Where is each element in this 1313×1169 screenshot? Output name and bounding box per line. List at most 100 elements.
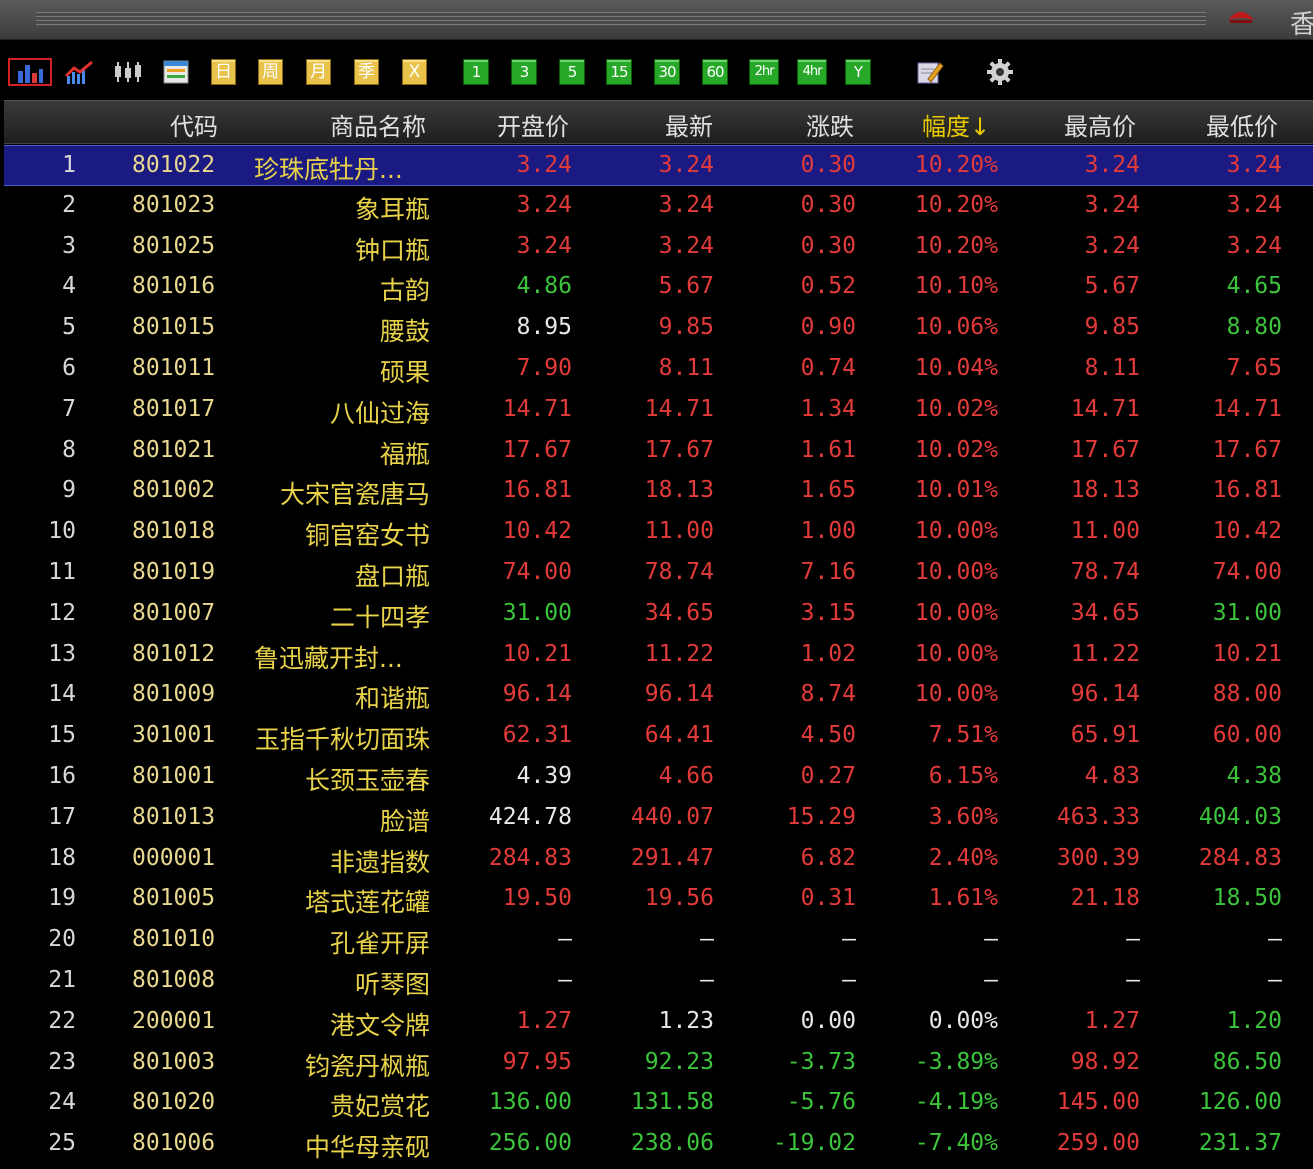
last-price: 19.56 — [644, 885, 714, 912]
low-price: 14.71 — [1212, 395, 1282, 422]
last-price: 11.00 — [644, 518, 714, 545]
table-row[interactable]: 23 801003 钧瓷丹枫瓶 97.95 92.23 -3.73 -3.89% 98.92 8… — [4, 1043, 1313, 1084]
table-row[interactable]: 21 801008 听琴图 — — — — — — — [4, 961, 1313, 1002]
last-price: — — [700, 926, 714, 953]
period-season-button[interactable]: 季 — [354, 59, 379, 85]
table-row[interactable]: 1 801022 珍珠底牡丹... 3.24 3.24 0.30 10.20% 3.24 3.2… — [4, 145, 1313, 186]
table-view-button[interactable] — [160, 58, 192, 86]
col-header-code[interactable]: 代码 — [170, 107, 218, 142]
table-row[interactable]: 9 801002 大宋官瓷唐马 16.81 18.13 1.65 10.01% 18.13 16… — [4, 471, 1313, 512]
period-day-button[interactable]: 日 — [211, 59, 236, 85]
table-row[interactable]: 5 801015 腰鼓 8.95 9.85 0.90 10.06% 9.85 8.80 — [4, 308, 1313, 349]
col-header-high[interactable]: 最高价 — [1064, 107, 1136, 142]
table-row[interactable]: 25 801006 中华母亲砚 256.00 238.06 -19.02 -7.40% 259… — [4, 1124, 1313, 1165]
high-price: 3.24 — [1084, 232, 1140, 259]
period-30min-button[interactable]: 30 — [654, 59, 680, 85]
trend-chart-button[interactable] — [62, 58, 98, 86]
change-percent: 10.00% — [914, 640, 998, 667]
period-4hr-button[interactable]: 4hr — [797, 59, 827, 85]
change-percent: 10.00% — [914, 599, 998, 626]
product-name: 古韵 — [379, 276, 430, 306]
open-price: 3.24 — [516, 191, 572, 218]
change-percent: 10.20% — [914, 232, 998, 259]
col-header-name[interactable]: 商品名称 — [330, 107, 426, 142]
table-row[interactable]: 24 801020 贵妃赏花 136.00 131.58 -5.76 -4.19% 145.0… — [4, 1083, 1313, 1124]
table-row[interactable]: 17 801013 脸谱 424.78 440.07 15.29 3.60% 463.33 40… — [4, 798, 1313, 839]
price-change: 1.02 — [800, 640, 856, 667]
col-header-change[interactable]: 涨跌 — [806, 107, 854, 142]
row-index: 13 — [48, 640, 76, 667]
table-row[interactable]: 13 801012 鲁迅藏开封... 10.21 11.22 1.02 10.00% 11.2… — [4, 635, 1313, 676]
product-code: 801006 — [132, 1130, 216, 1157]
table-row[interactable]: 12 801007 二十四孝 31.00 34.65 3.15 10.00% 34.65 31.… — [4, 594, 1313, 635]
table-row[interactable]: 15 301001 玉指千秋切面珠 62.31 64.41 4.50 7.51% 65.91 6… — [4, 716, 1313, 757]
drag-grip[interactable] — [36, 12, 1206, 26]
table-row[interactable]: 2 801023 象耳瓶 3.24 3.24 0.30 10.20% 3.24 3.24 — [4, 186, 1313, 227]
settings-button[interactable] — [982, 58, 1018, 86]
col-header-open[interactable]: 开盘价 — [497, 107, 569, 142]
low-price: 3.24 — [1226, 152, 1282, 178]
change-percent: 10.00% — [914, 681, 998, 708]
period-5min-button[interactable]: 5 — [559, 59, 585, 85]
table-row[interactable]: 20 801010 孔雀开屏 — — — — — — — [4, 920, 1313, 961]
table-row[interactable]: 16 801001 长颈玉壶春 4.39 4.66 0.27 6.15% 4.83 4.38 — [4, 757, 1313, 798]
low-price: 10.42 — [1212, 518, 1282, 545]
high-price: 65.91 — [1070, 722, 1140, 749]
bar-chart-view-button[interactable] — [8, 58, 52, 86]
last-price: 1.23 — [658, 1007, 714, 1034]
table-row[interactable]: 8 801021 福瓶 17.67 17.67 1.61 10.02% 17.67 17.67 — [4, 431, 1313, 472]
last-price: 17.67 — [644, 436, 714, 463]
change-percent: 10.06% — [914, 314, 998, 341]
product-code: 801021 — [132, 436, 216, 463]
table-row[interactable]: 4 801016 古韵 4.86 5.67 0.52 10.10% 5.67 4.65 — [4, 267, 1313, 308]
open-price: 4.86 — [516, 273, 572, 300]
period-year-button[interactable]: Y — [845, 59, 871, 85]
period-1min-button[interactable]: 1 — [463, 59, 489, 85]
table-row[interactable]: 19 801005 塔式莲花罐 19.50 19.56 0.31 1.61% 21.18 18.… — [4, 879, 1313, 920]
spreadsheet-icon — [163, 60, 189, 84]
period-60min-button[interactable]: 60 — [702, 59, 728, 85]
last-price: 5.67 — [658, 273, 714, 300]
product-name: 塔式莲花罐 — [304, 888, 430, 918]
change-percent: 10.00% — [914, 559, 998, 585]
col-header-low[interactable]: 最低价 — [1206, 107, 1278, 142]
col-header-percent[interactable]: 幅度↓ — [922, 107, 990, 142]
edit-button[interactable] — [912, 58, 948, 86]
high-price: 11.22 — [1070, 640, 1140, 667]
open-price: 62.31 — [502, 722, 572, 749]
table-row[interactable]: 18 000001 非遗指数 284.83 291.47 6.82 2.40% 300.39 2… — [4, 839, 1313, 880]
product-name: 铜官窑女书 — [304, 521, 430, 551]
table-row[interactable]: 3 801025 钟口瓶 3.24 3.24 0.30 10.20% 3.24 3.24 — [4, 227, 1313, 268]
table-row[interactable]: 6 801011 硕果 7.90 8.11 0.74 10.04% 8.11 7.65 — [4, 349, 1313, 390]
low-price: 231.37 — [1198, 1130, 1282, 1157]
table-row[interactable]: 10 801018 铜官窑女书 10.42 11.00 1.00 10.00% 11.00 10… — [4, 512, 1313, 553]
product-name: 腰鼓 — [379, 317, 430, 347]
row-index: 8 — [62, 436, 76, 463]
period-3min-button[interactable]: 3 — [511, 59, 537, 85]
last-price: 14.71 — [644, 395, 714, 422]
product-code: 801009 — [132, 681, 216, 708]
table-row[interactable]: 22 200001 港文令牌 1.27 1.23 0.00 0.00% 1.27 1.20 — [4, 1002, 1313, 1043]
period-15min-button[interactable]: 15 — [606, 59, 632, 85]
title-bar[interactable]: 香 — [0, 0, 1313, 40]
period-week-button[interactable]: 周 — [258, 59, 283, 85]
high-price: 145.00 — [1056, 1089, 1140, 1116]
table-row[interactable]: 7 801017 八仙过海 14.71 14.71 1.34 10.02% 14.71 14.7… — [4, 390, 1313, 431]
change-percent: -7.40% — [914, 1130, 998, 1157]
table-row[interactable]: 11 801019 盘口瓶 74.00 78.74 7.16 10.00% 78.74 74.0… — [4, 553, 1313, 594]
period-2hr-button[interactable]: 2hr — [749, 59, 779, 85]
change-percent: -3.89% — [914, 1048, 998, 1075]
table-row[interactable]: 14 801009 和谐瓶 96.14 96.14 8.74 10.00% 96.14 88.0… — [4, 675, 1313, 716]
open-price: 14.71 — [502, 395, 572, 422]
last-price: 131.58 — [630, 1089, 714, 1116]
low-price: 10.21 — [1212, 640, 1282, 667]
product-name: 盘口瓶 — [354, 562, 430, 591]
period-month-button[interactable]: 月 — [306, 59, 331, 85]
candlestick-button[interactable] — [110, 58, 146, 86]
last-price: 4.66 — [658, 763, 714, 789]
price-change: 7.16 — [800, 559, 856, 585]
row-index: 18 — [48, 844, 76, 871]
high-price: 3.24 — [1084, 191, 1140, 218]
col-header-last[interactable]: 最新 — [665, 107, 713, 142]
period-x-button[interactable]: X — [402, 59, 427, 85]
